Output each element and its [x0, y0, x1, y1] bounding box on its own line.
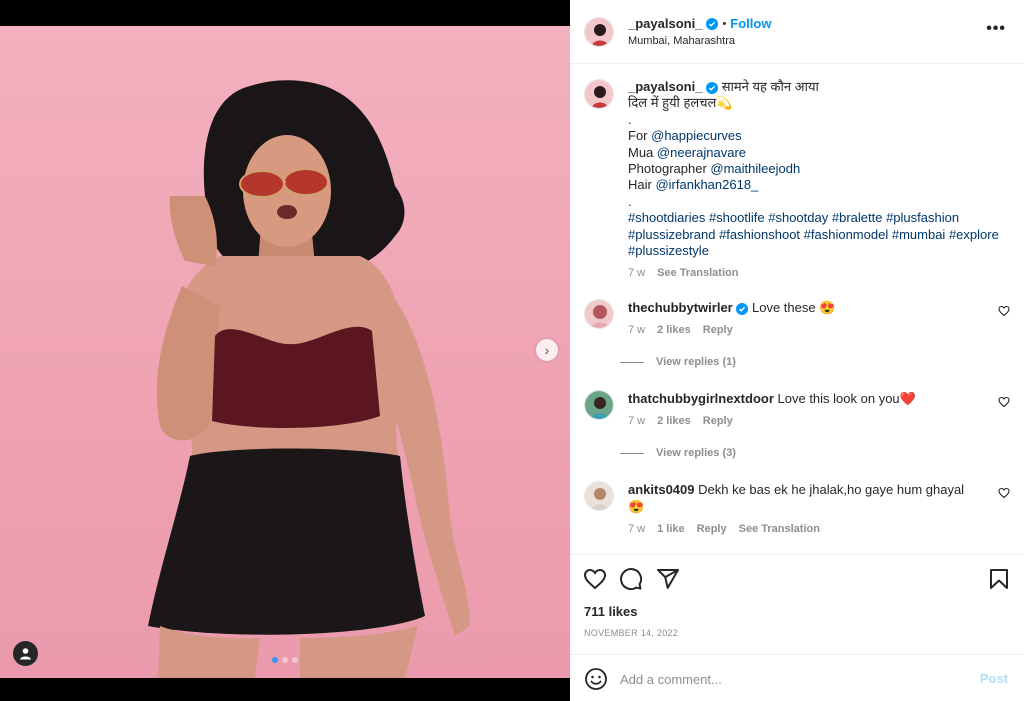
- hashtag-link[interactable]: #mumbai: [892, 227, 945, 242]
- reply-button[interactable]: Reply: [703, 322, 733, 339]
- hashtags: #shootdiaries #shootlife #shootday #bral…: [628, 210, 1008, 259]
- commenter-username[interactable]: ankits0409: [628, 482, 695, 497]
- commenter-username[interactable]: thatchubbygirlnextdoor: [628, 391, 774, 406]
- paper-plane-icon[interactable]: [656, 567, 680, 591]
- caption-line-1: सामने यह कौन आया: [721, 79, 819, 94]
- hashtag-link[interactable]: #shootdiaries: [628, 210, 705, 225]
- follow-button[interactable]: Follow: [730, 16, 771, 31]
- view-replies-label: View replies (1): [656, 356, 736, 368]
- next-photo-button[interactable]: ›: [536, 339, 558, 361]
- more-options-button[interactable]: •••: [986, 20, 1006, 38]
- likes-count[interactable]: 711 likes: [584, 604, 638, 619]
- comment-likes[interactable]: 2 likes: [657, 413, 691, 430]
- post-panel: _payalsoni_ • Follow Mumbai, Maharashtra…: [570, 0, 1024, 701]
- comment-time: 7 w: [628, 324, 646, 336]
- like-comment-icon[interactable]: [998, 305, 1010, 317]
- hashtag-link[interactable]: #fashionshoot: [719, 227, 800, 242]
- comment-time: 7 w: [628, 523, 646, 535]
- caption-avatar[interactable]: [584, 79, 614, 109]
- hashtag-link[interactable]: #plusfashion: [886, 210, 959, 225]
- emoji-icon[interactable]: [584, 667, 608, 691]
- commenter-avatar[interactable]: [584, 390, 614, 420]
- comment-time: 7 w: [628, 415, 646, 427]
- reply-button[interactable]: Reply: [703, 413, 733, 430]
- caption-username[interactable]: _payalsoni_: [628, 79, 702, 94]
- credit-label: Hair: [628, 177, 652, 193]
- reply-divider-line: [620, 452, 644, 454]
- comment-text: Love these 😍: [752, 300, 836, 315]
- carousel-indicator: [272, 657, 298, 663]
- hashtag-link[interactable]: #shootday: [768, 210, 828, 225]
- heart-icon[interactable]: [583, 567, 607, 591]
- header-separator: •: [722, 17, 727, 30]
- caption-dot: .: [628, 193, 632, 209]
- author-username[interactable]: _payalsoni_: [628, 16, 702, 31]
- comment-likes[interactable]: 1 like: [657, 521, 685, 538]
- hashtag-link[interactable]: #plussizebrand: [628, 227, 715, 242]
- post-media: ›: [0, 0, 570, 701]
- commenter-avatar[interactable]: [584, 299, 614, 329]
- verified-badge-icon: [706, 81, 719, 94]
- see-translation-button[interactable]: See Translation: [657, 265, 738, 281]
- mention-link[interactable]: @happiecurves: [651, 128, 742, 143]
- post-date: NOVEMBER 14, 2022: [584, 628, 679, 638]
- hashtag-link[interactable]: #plussizestyle: [628, 243, 709, 258]
- mention-link[interactable]: @maithileejodh: [710, 161, 800, 176]
- add-comment-bar: Post: [570, 654, 1024, 701]
- caption-line-2: दिल में हुयी हलचल💫: [628, 95, 733, 111]
- post-location[interactable]: Mumbai, Maharashtra: [628, 35, 735, 47]
- comments-list[interactable]: _payalsoni_ सामने यह कौन आया दिल में हुय…: [570, 65, 1024, 554]
- caption-time: 7 w: [628, 267, 646, 280]
- hashtag-link[interactable]: #explore: [949, 227, 999, 242]
- hashtag-link[interactable]: #fashionmodel: [804, 227, 889, 242]
- view-replies-button[interactable]: View replies (1): [620, 356, 736, 368]
- commenter-username[interactable]: thechubbytwirler: [628, 300, 733, 315]
- view-replies-label: View replies (3): [656, 447, 736, 459]
- mention-link[interactable]: @irfankhan2618_: [655, 177, 758, 192]
- comment-likes[interactable]: 2 likes: [657, 322, 691, 339]
- post-header: _payalsoni_ • Follow Mumbai, Maharashtra…: [570, 0, 1024, 64]
- comment-icon[interactable]: [619, 567, 643, 591]
- post-photo[interactable]: [0, 26, 570, 678]
- bookmark-icon[interactable]: [987, 567, 1011, 591]
- mention-link[interactable]: @neerajnavare: [657, 145, 746, 160]
- author-avatar[interactable]: [584, 17, 614, 47]
- reply-button[interactable]: Reply: [697, 521, 727, 538]
- carousel-dot: [292, 657, 298, 663]
- verified-badge-icon: [706, 17, 719, 30]
- see-translation-button[interactable]: See Translation: [739, 521, 820, 538]
- post-comment-button[interactable]: Post: [980, 671, 1008, 686]
- post-actions: 711 likes NOVEMBER 14, 2022: [570, 554, 1024, 654]
- hashtag-link[interactable]: #shootlife: [709, 210, 765, 225]
- carousel-dot: [272, 657, 278, 663]
- comment-text: Love this look on you❤️: [777, 391, 916, 406]
- chevron-right-icon: ›: [544, 342, 550, 358]
- hashtag-link[interactable]: #bralette: [832, 210, 883, 225]
- credit-label: Mua: [628, 144, 654, 160]
- carousel-dot: [282, 657, 288, 663]
- credit-label: For: [628, 128, 648, 144]
- caption-dot: .: [628, 111, 632, 127]
- reply-divider-line: [620, 361, 644, 363]
- credit-label: Photographer: [628, 161, 707, 177]
- tags-button[interactable]: [13, 641, 38, 666]
- verified-badge-icon: [736, 302, 749, 315]
- user-tag-icon: [20, 648, 31, 660]
- like-comment-icon[interactable]: [998, 396, 1010, 408]
- like-comment-icon[interactable]: [998, 487, 1010, 499]
- model-illustration: [148, 80, 470, 678]
- comment-input[interactable]: [620, 667, 960, 691]
- view-replies-button[interactable]: View replies (3): [620, 447, 736, 459]
- commenter-avatar[interactable]: [584, 481, 614, 511]
